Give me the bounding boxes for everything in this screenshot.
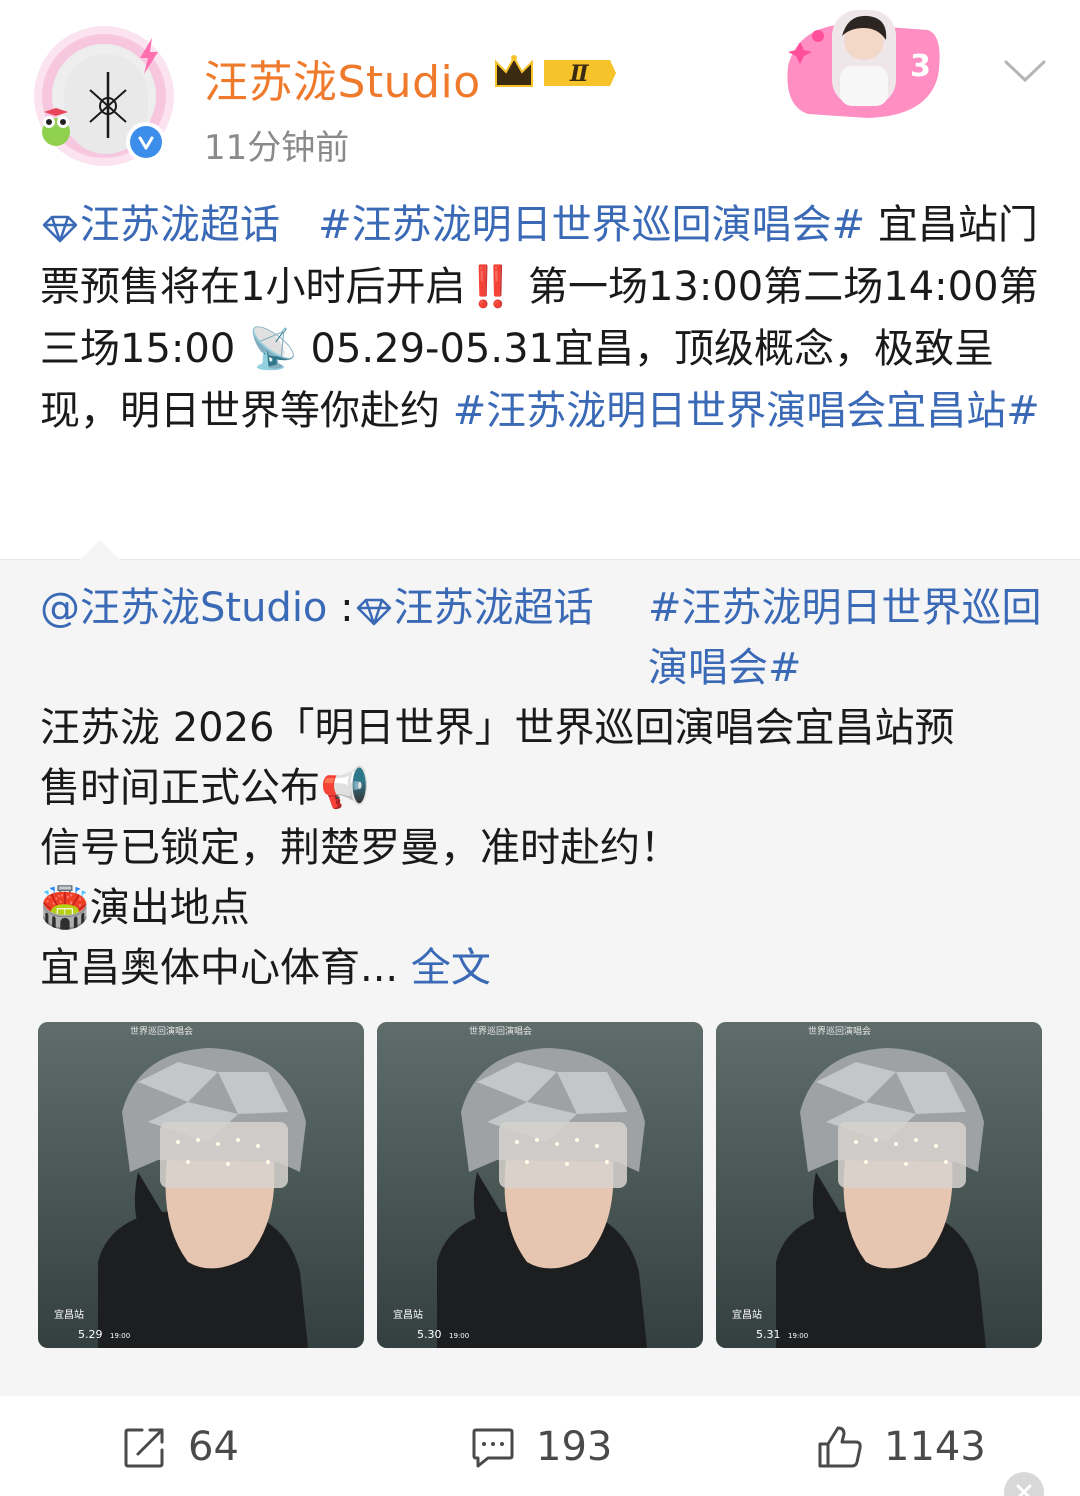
stadium-icon: 🏟️	[40, 885, 90, 931]
hashtag-link[interactable]: #汪苏泷明日世界巡回演唱会#	[648, 578, 1050, 698]
frog-sticker-icon	[42, 108, 70, 146]
mention-link[interactable]: @汪苏泷Studio	[40, 585, 327, 631]
double-exclamation-icon: ‼️	[465, 264, 516, 310]
poster-station: 宜昌站	[732, 1308, 762, 1321]
repost-line: 信号已锁定，荆楚罗曼，准时赴约！	[40, 825, 680, 871]
poster-title: 世界巡回演唱会	[808, 1025, 871, 1037]
comment-button[interactable]: 193	[470, 1422, 612, 1472]
repost-count: 64	[188, 1424, 239, 1470]
repost-line: 演出地点	[89, 885, 250, 931]
verified-badge-icon	[126, 122, 166, 162]
vip-crown-icon[interactable]: Ⅱ	[492, 52, 618, 94]
hashtag-link[interactable]: #汪苏泷明日世界演唱会宜昌站#	[453, 388, 1040, 434]
poster-date: 5.29	[78, 1328, 103, 1341]
poster-image-1[interactable]: 世界巡回演唱会 宜昌站 5.29 19:00	[38, 1022, 364, 1348]
separator: :	[327, 585, 354, 631]
chaohua-topic-link[interactable]: 汪苏泷超话	[40, 202, 280, 248]
poster-station: 宜昌站	[393, 1308, 423, 1321]
poster-time: 19:00	[788, 1332, 808, 1340]
repost-notch	[78, 540, 122, 562]
diamond-icon	[42, 215, 78, 243]
repost-line: 汪苏泷 2026「明日世界」世界巡回演唱会宜昌站预	[40, 705, 955, 751]
share-icon	[124, 1428, 164, 1468]
poster-image-2[interactable]: 世界巡回演唱会 宜昌站 5.30 19:00	[377, 1022, 703, 1348]
poster-title: 世界巡回演唱会	[130, 1025, 193, 1037]
studio-logo-icon	[89, 72, 127, 138]
thumbs-up-icon	[818, 1426, 862, 1468]
chevron-down-icon[interactable]	[1002, 56, 1048, 86]
poster-title: 世界巡回演唱会	[469, 1025, 532, 1037]
diamond-icon	[356, 598, 391, 626]
image-grid: 世界巡回演唱会 宜昌站 5.29 19:00 世界巡回演唱会 宜昌站 5.30 …	[38, 1022, 1042, 1348]
comment-icon	[472, 1428, 514, 1468]
crown-level: Ⅱ	[569, 61, 590, 87]
poster-time: 19:00	[449, 1332, 469, 1340]
repost-line: 宜昌奥体中心体育...	[40, 945, 399, 991]
post-time: 11分钟前	[204, 128, 350, 168]
post-header: 汪苏泷Studio Ⅱ 11分钟前 3	[0, 0, 1080, 180]
hashtag-link[interactable]: #汪苏泷明日世界巡回演唱会#	[318, 202, 865, 248]
poster-station: 宜昌站	[54, 1308, 84, 1321]
repost-line: 售时间正式公布	[40, 765, 320, 811]
comment-count: 193	[536, 1424, 613, 1470]
repost-body: @汪苏泷Studio : 汪苏泷超话 #汪苏泷明日世界巡回演唱会# 汪苏泷 202…	[40, 578, 1050, 998]
lightning-sticker-icon	[140, 38, 158, 74]
satellite-dish-icon: 📡	[248, 326, 298, 372]
post-body: 汪苏泷超话 #汪苏泷明日世界巡回演唱会# 宜昌站门票预售将在1小时后开启‼️ 第…	[40, 194, 1050, 442]
like-button[interactable]: 1143	[816, 1422, 986, 1472]
poster-date: 5.30	[417, 1328, 442, 1341]
author-name[interactable]: 汪苏泷Studio	[204, 46, 481, 110]
idol-sticker-card[interactable]: 3	[778, 6, 946, 124]
chaohua-topic-link[interactable]: 汪苏泷超话	[354, 585, 594, 631]
action-bar: 64 193 1143	[0, 1396, 1080, 1496]
avatar[interactable]	[34, 26, 174, 166]
like-count: 1143	[884, 1424, 986, 1470]
poster-date: 5.31	[756, 1328, 781, 1341]
svg-text:3: 3	[910, 49, 931, 84]
full-text-link[interactable]: 全文	[411, 945, 491, 991]
repost-button[interactable]: 64	[122, 1422, 239, 1472]
poster-time: 19:00	[110, 1332, 130, 1340]
poster-image-3[interactable]: 世界巡回演唱会 宜昌站 5.31 19:00	[716, 1022, 1042, 1348]
megaphone-icon: 📢	[320, 765, 370, 811]
